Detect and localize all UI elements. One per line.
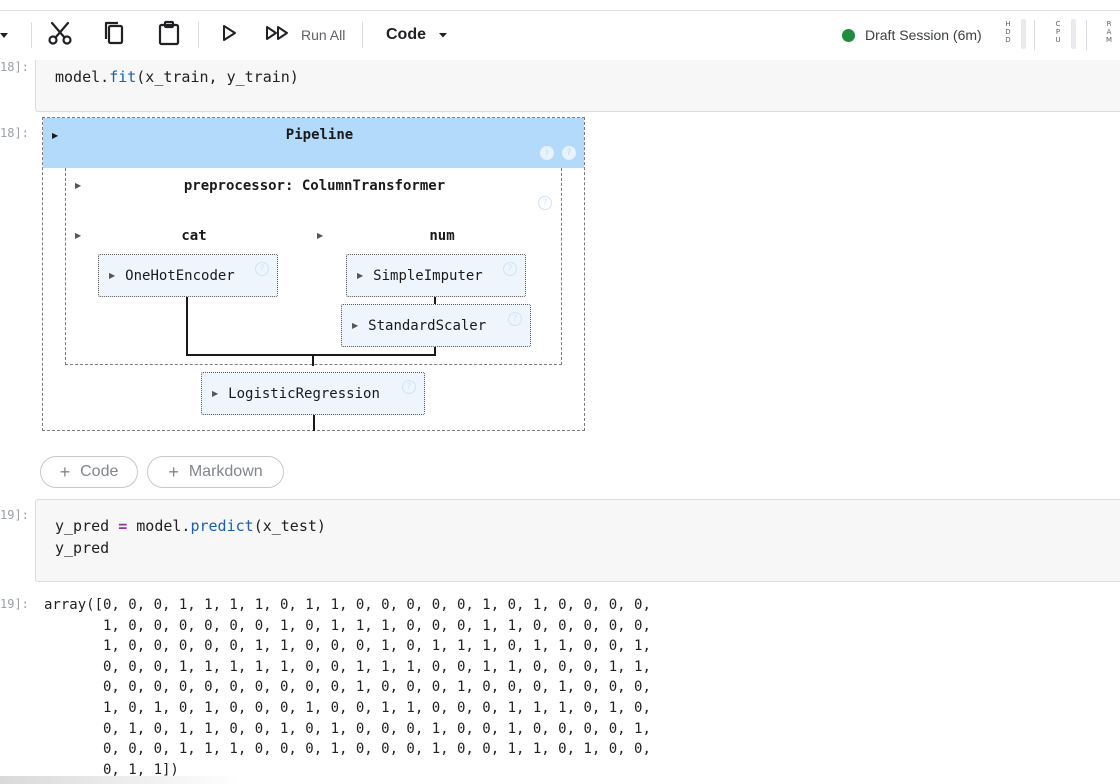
plus-icon: +	[59, 461, 71, 482]
connector-line	[312, 354, 314, 366]
add-code-cell-button[interactable]: + Code	[40, 456, 138, 488]
session-status[interactable]: Draft Session (6m)	[842, 26, 982, 44]
help-icon[interactable]: ?	[562, 146, 576, 160]
column-transformer-block: ▶ preprocessor: ColumnTransformer ? ▶ ca…	[65, 168, 562, 366]
branch-cat-label: cat	[181, 228, 207, 244]
connector-line	[186, 354, 436, 356]
pipeline-diagram: ▶ Pipeline i ? ▶ preprocessor: ColumnTra…	[42, 117, 585, 431]
help-icon[interactable]: ?	[402, 380, 416, 394]
hdd-label: H D D	[1005, 20, 1011, 44]
code-line[interactable]: y_pred	[55, 537, 109, 559]
expand-triangle-icon: ▶	[212, 389, 219, 398]
info-icon[interactable]: i	[540, 146, 554, 160]
code-token: (x_train, y_train)	[136, 68, 299, 86]
toolbar-top-divider	[0, 10, 1120, 11]
pipeline-title: Pipeline	[285, 127, 354, 143]
scroll-shadow	[0, 776, 240, 784]
code-function-token: predict	[190, 517, 254, 535]
code-operator-token: =	[118, 517, 128, 535]
cell-type-label: Code	[386, 26, 426, 43]
cell-prompt: 19]:	[0, 508, 29, 522]
output-prompt: 19]:	[0, 597, 29, 611]
add-markdown-cell-button[interactable]: + Markdown	[147, 456, 284, 488]
help-icon[interactable]: ?	[508, 312, 522, 326]
cpu-meter-bar	[1071, 19, 1076, 49]
code-function-token: fit	[109, 68, 137, 86]
step-standardscaler[interactable]: ▶ StandardScaler ?	[341, 304, 531, 347]
code-cell-predict[interactable]: y_pred = model.predict(x_test) y_pred	[35, 499, 1120, 582]
code-token: y_pred	[55, 517, 119, 535]
output-prompt: 18]:	[0, 126, 29, 140]
connector-line	[434, 296, 436, 304]
step-onehotencoder[interactable]: ▶ OneHotEncoder ?	[98, 254, 278, 297]
toolbar-separator	[362, 22, 363, 48]
connector-line	[313, 415, 315, 431]
branch-num-label: num	[429, 228, 455, 244]
pipeline-header[interactable]: ▶ Pipeline i ?	[43, 118, 584, 168]
connector-line	[186, 296, 188, 356]
toolbar-separator	[1086, 20, 1087, 50]
ram-label: R A M	[1106, 20, 1113, 44]
run-icon	[221, 24, 237, 47]
toolbar-separator	[1034, 20, 1035, 50]
code-token: (x_test)	[253, 517, 326, 535]
array-output-text: array([0, 0, 0, 1, 1, 1, 1, 0, 1, 1, 0, …	[44, 597, 651, 778]
step-logisticregression[interactable]: ▶ LogisticRegression ?	[201, 372, 425, 415]
expand-triangle-icon[interactable]: ▶	[75, 231, 81, 240]
dropdown-caret-icon[interactable]	[0, 28, 10, 42]
help-icon[interactable]: ?	[255, 262, 269, 276]
session-status-dot	[842, 28, 855, 42]
expand-triangle-icon: ▶	[109, 271, 116, 280]
hdd-meter-bar	[1021, 19, 1026, 49]
expand-triangle-icon[interactable]: ▶	[317, 231, 323, 240]
help-icon[interactable]: ?	[538, 196, 552, 210]
cell-type-select[interactable]: Code	[386, 24, 448, 46]
paste-icon	[157, 20, 181, 51]
toolbar-separator	[198, 22, 199, 48]
step-name: SimpleImputer	[373, 267, 483, 284]
code-token: model.	[55, 68, 110, 86]
notebook-toolbar: Run All Code Draft Session (6m) H D D C …	[0, 0, 1120, 60]
paste-button[interactable]	[155, 20, 183, 51]
copy-icon	[102, 20, 126, 51]
run-all-button[interactable]	[264, 24, 290, 46]
code-line[interactable]: y_pred = model.predict(x_test)	[55, 515, 326, 537]
toolbar-separator	[31, 22, 32, 48]
cpu-label: C P U	[1055, 20, 1061, 44]
preprocessor-title: preprocessor: ColumnTransformer	[183, 178, 446, 194]
run-button[interactable]	[218, 24, 240, 46]
session-status-text: Draft Session (6m)	[865, 27, 982, 43]
plus-icon: +	[168, 461, 179, 482]
add-code-label: Code	[80, 463, 119, 480]
add-markdown-label: Markdown	[188, 463, 263, 480]
run-all-label[interactable]: Run All	[301, 27, 345, 43]
expand-triangle-icon: ▶	[352, 321, 359, 330]
code-line[interactable]: model.fit(x_train, y_train)	[55, 66, 299, 88]
run-all-icon	[265, 25, 289, 46]
help-icon[interactable]: ?	[503, 262, 517, 276]
expand-triangle-icon: ▶	[357, 271, 364, 280]
step-name: StandardScaler	[368, 317, 487, 334]
step-name: OneHotEncoder	[125, 267, 235, 284]
cut-button[interactable]	[46, 21, 74, 49]
code-cell-fit[interactable]: model.fit(x_train, y_train)	[35, 60, 1120, 112]
step-simpleimputer[interactable]: ▶ SimpleImputer ?	[346, 254, 526, 297]
chevron-down-icon	[438, 26, 448, 44]
code-token: model.	[127, 517, 191, 535]
copy-button[interactable]	[100, 21, 128, 49]
cell-prompt: 18]:	[0, 60, 29, 74]
step-name: LogisticRegression	[228, 385, 380, 402]
cut-icon	[47, 20, 73, 51]
